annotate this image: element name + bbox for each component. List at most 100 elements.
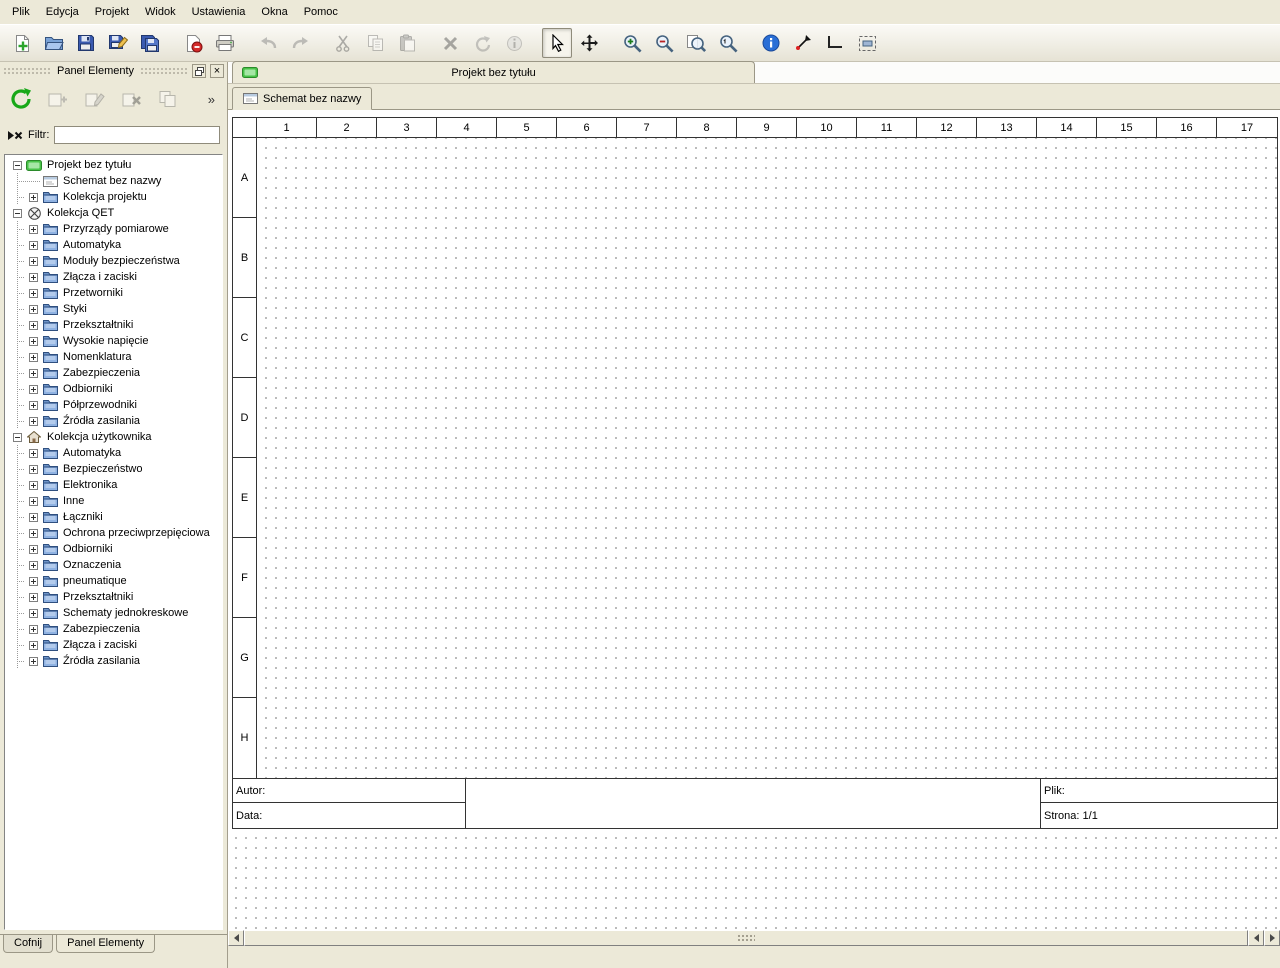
- expander-plus-icon[interactable]: [29, 353, 38, 362]
- reload-collections-button[interactable]: [8, 86, 34, 112]
- tree-expander[interactable]: [25, 285, 41, 301]
- tree-item[interactable]: Przekształtniki: [6, 317, 222, 333]
- tree-item[interactable]: Zabezpieczenia: [6, 365, 222, 381]
- tree-item[interactable]: Źródła zasilania: [6, 653, 222, 669]
- expander-plus-icon[interactable]: [29, 193, 38, 202]
- tree-item[interactable]: Bezpieczeństwo: [6, 461, 222, 477]
- tree-expander[interactable]: [25, 381, 41, 397]
- conductor-node-tool-button[interactable]: [788, 28, 818, 58]
- tree-item[interactable]: Odbiorniki: [6, 541, 222, 557]
- print-button[interactable]: [210, 28, 240, 58]
- expander-plus-icon[interactable]: [29, 369, 38, 378]
- filter-input[interactable]: [54, 126, 220, 144]
- expander-plus-icon[interactable]: [29, 225, 38, 234]
- tree-expander[interactable]: [25, 365, 41, 381]
- tree-item[interactable]: Inne: [6, 493, 222, 509]
- tree-item[interactable]: Automatyka: [6, 445, 222, 461]
- menu-item-okna[interactable]: Okna: [253, 2, 295, 22]
- expander-plus-icon[interactable]: [29, 609, 38, 618]
- diagram-tab[interactable]: Schemat bez nazwy: [232, 87, 372, 110]
- expander-plus-icon[interactable]: [29, 385, 38, 394]
- duplicate-element-button[interactable]: [156, 86, 182, 112]
- tree-item[interactable]: Półprzewodniki: [6, 397, 222, 413]
- tree-item[interactable]: pneumatique: [6, 573, 222, 589]
- tree-expander[interactable]: [25, 477, 41, 493]
- edit-element-button[interactable]: [82, 86, 108, 112]
- tree-expander[interactable]: [9, 429, 25, 445]
- expander-plus-icon[interactable]: [29, 481, 38, 490]
- tree-expander[interactable]: [9, 205, 25, 221]
- tree-expander[interactable]: [25, 589, 41, 605]
- expander-minus-icon[interactable]: [13, 209, 22, 218]
- expander-plus-icon[interactable]: [29, 449, 38, 458]
- save-button[interactable]: [71, 28, 101, 58]
- tree-expander[interactable]: [25, 461, 41, 477]
- close-file-button[interactable]: [178, 28, 208, 58]
- tree-expander[interactable]: [25, 221, 41, 237]
- copy-button[interactable]: [360, 28, 390, 58]
- menu-item-projekt[interactable]: Projekt: [87, 2, 137, 22]
- expander-plus-icon[interactable]: [29, 289, 38, 298]
- close-panel-button[interactable]: ×: [210, 64, 224, 78]
- tree-item[interactable]: Odbiorniki: [6, 381, 222, 397]
- tree-expander[interactable]: [25, 253, 41, 269]
- save-all-button[interactable]: [135, 28, 165, 58]
- save-as-button[interactable]: [103, 28, 133, 58]
- tree-expander[interactable]: [9, 157, 25, 173]
- tree-item[interactable]: Projekt bez tytułu: [6, 157, 222, 173]
- new-element-button[interactable]: [45, 86, 71, 112]
- rotate-button[interactable]: [467, 28, 497, 58]
- cut-button[interactable]: [328, 28, 358, 58]
- expander-plus-icon[interactable]: [29, 657, 38, 666]
- scroll-left-button[interactable]: [228, 930, 244, 946]
- tree-expander[interactable]: [25, 269, 41, 285]
- clear-filter-icon[interactable]: [7, 129, 23, 142]
- expander-minus-icon[interactable]: [13, 433, 22, 442]
- new-file-button[interactable]: [7, 28, 37, 58]
- tree-item[interactable]: Nomenklatura: [6, 349, 222, 365]
- tree-item[interactable]: Automatyka: [6, 237, 222, 253]
- conductor-corner-tool-button[interactable]: [820, 28, 850, 58]
- tree-expander[interactable]: [25, 397, 41, 413]
- tree-expander[interactable]: [25, 413, 41, 429]
- tree-expander[interactable]: [25, 557, 41, 573]
- tree-item[interactable]: Zabezpieczenia: [6, 621, 222, 637]
- tree-item[interactable]: Przetworniki: [6, 285, 222, 301]
- tree-item[interactable]: Schematy jednokreskowe: [6, 605, 222, 621]
- expander-plus-icon[interactable]: [29, 273, 38, 282]
- scroll-right-button[interactable]: [1264, 930, 1280, 946]
- move-tool-button[interactable]: [574, 28, 604, 58]
- panel-tab-cofnij[interactable]: Cofnij: [3, 935, 53, 953]
- tree-item[interactable]: Źródła zasilania: [6, 413, 222, 429]
- tree-item[interactable]: Kolekcja projektu: [6, 189, 222, 205]
- panel-toolbar-overflow-button[interactable]: »: [204, 92, 219, 107]
- zoom-fit-button[interactable]: [681, 28, 711, 58]
- elements-panel-header[interactable]: Panel Elementy ×: [0, 62, 227, 80]
- tree-expander[interactable]: [25, 301, 41, 317]
- tree-item[interactable]: Wysokie napięcie: [6, 333, 222, 349]
- tree-item[interactable]: Kolekcja użytkownika: [6, 429, 222, 445]
- expander-plus-icon[interactable]: [29, 641, 38, 650]
- tree-item[interactable]: Oznaczenia: [6, 557, 222, 573]
- capture-area-tool-button[interactable]: [852, 28, 882, 58]
- expander-plus-icon[interactable]: [29, 545, 38, 554]
- panel-tab-panel-elementy[interactable]: Panel Elementy: [56, 935, 155, 953]
- horizontal-scrollbar[interactable]: [228, 930, 1280, 946]
- tree-expander[interactable]: [25, 333, 41, 349]
- tree-expander[interactable]: [25, 573, 41, 589]
- expander-plus-icon[interactable]: [29, 513, 38, 522]
- expander-plus-icon[interactable]: [29, 625, 38, 634]
- expander-plus-icon[interactable]: [29, 257, 38, 266]
- scrollbar-thumb[interactable]: [244, 930, 1248, 946]
- expander-plus-icon[interactable]: [29, 305, 38, 314]
- expander-plus-icon[interactable]: [29, 241, 38, 250]
- expander-plus-icon[interactable]: [29, 529, 38, 538]
- tree-item[interactable]: Przekształtniki: [6, 589, 222, 605]
- menu-item-edycja[interactable]: Edycja: [38, 2, 87, 22]
- tree-expander[interactable]: [25, 349, 41, 365]
- select-tool-button[interactable]: [542, 28, 572, 58]
- tree-expander[interactable]: [25, 189, 41, 205]
- expander-plus-icon[interactable]: [29, 465, 38, 474]
- expander-plus-icon[interactable]: [29, 417, 38, 426]
- zoom-in-button[interactable]: [617, 28, 647, 58]
